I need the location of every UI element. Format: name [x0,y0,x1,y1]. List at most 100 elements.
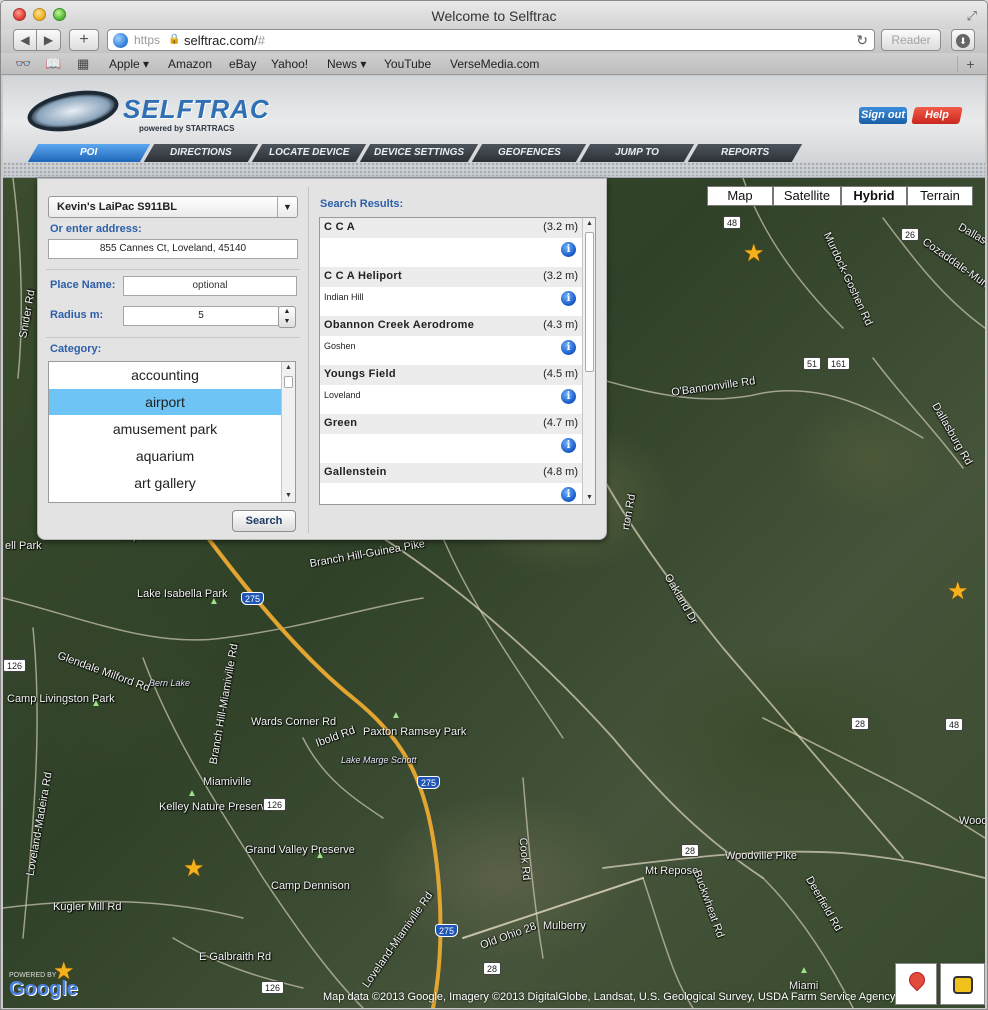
scroll-thumb[interactable] [284,376,293,388]
address-input[interactable]: 855 Cannes Ct, Loveland, 45140 [48,239,298,259]
route-shield: 28 [681,844,700,857]
scroll-thumb[interactable] [585,232,594,372]
category-scrollbar[interactable]: ▲ ▼ [281,362,295,502]
info-icon[interactable]: i [561,291,576,306]
radius-stepper[interactable]: ▲ ▼ [278,306,296,328]
sign-out-button[interactable]: Sign out [859,107,907,124]
tab-label: REPORTS [720,147,770,158]
route-shield: 48 [723,216,742,229]
category-item-accounting[interactable]: accounting [49,362,281,388]
route-shield: 28 [483,962,502,975]
poi-star-icon[interactable]: ★ [947,580,969,604]
result-name: Obannon Creek Aerodrome [324,319,475,331]
result-distance: (3.2 m) [543,221,578,233]
download-icon: ⬇ [956,34,970,48]
map-type-map-button[interactable]: Map [707,186,773,206]
park-icon: ▲ [91,698,101,709]
stepper-up-icon[interactable]: ▲ [279,307,295,317]
tab-geofences[interactable]: GEOFENCES [471,144,587,162]
category-item-amusement-park[interactable]: amusement park [49,416,281,442]
category-list[interactable]: accounting airport amusement park aquari… [48,361,296,503]
map-label: Camp Dennison [271,880,350,892]
map-type-satellite-button[interactable]: Satellite [773,186,841,206]
tab-jump-to[interactable]: JUMP TO [579,144,695,162]
bookmark-ebay[interactable]: eBay [229,57,256,71]
park-icon: ▲ [799,965,809,976]
place-name-input[interactable]: optional [123,276,297,296]
bookmarks-book-icon[interactable]: 📖 [45,56,61,72]
tab-device-settings[interactable]: DEVICE SETTINGS [359,144,479,162]
browser-toolbar: ◀ ▶ + https 🔒 selftrac.com/# ↻ Reader ⬇ [1,29,987,53]
tab-label: DIRECTIONS [170,147,232,158]
selftrac-logo[interactable]: SELFTRAC powered by STARTRACS [24,84,269,138]
route-shield: 126 [3,659,27,672]
radius-input[interactable]: 5 [123,306,279,326]
bookmark-news[interactable]: News ▾ [327,57,366,71]
address-bar[interactable]: https 🔒 selftrac.com/# ↻ [107,29,875,51]
tab-label: POI [80,147,98,158]
info-icon[interactable]: i [561,340,576,355]
map-type-terrain-button[interactable]: Terrain [907,186,973,206]
result-item[interactable]: Obannon Creek Aerodrome (4.3 m) Goshen i [320,316,582,365]
measure-tool-button[interactable] [940,963,985,1005]
downloads-button[interactable]: ⬇ [951,29,975,51]
results-scrollbar[interactable]: ▲ ▼ [582,218,595,504]
scroll-down-icon[interactable]: ▼ [282,490,295,502]
bookmark-amazon[interactable]: Amazon [168,57,212,71]
category-item-aquarium[interactable]: aquarium [49,443,281,469]
back-button[interactable]: ◀ [13,29,37,51]
poi-star-icon[interactable]: ★ [743,242,765,266]
tab-directions[interactable]: DIRECTIONS [143,144,259,162]
result-item[interactable]: Gallenstein (4.8 m) i [320,463,582,504]
scroll-up-icon[interactable]: ▲ [282,362,295,374]
scroll-up-icon[interactable]: ▲ [583,218,595,230]
poi-star-icon[interactable]: ★ [183,857,205,881]
scroll-down-icon[interactable]: ▼ [583,492,595,504]
add-tab-icon[interactable]: + [957,56,983,72]
result-name: Gallenstein [324,466,387,478]
google-logo[interactable]: Google [9,978,78,1001]
result-header: C C A (3.2 m) [320,218,582,238]
fullscreen-icon[interactable]: ⤢ [967,8,977,24]
forward-button[interactable]: ▶ [37,29,61,51]
stepper-down-icon[interactable]: ▼ [279,317,295,327]
result-header: Youngs Field (4.5 m) [320,365,582,385]
panel-divider [308,187,309,533]
info-icon[interactable]: i [561,389,576,404]
category-item-art-gallery[interactable]: art gallery [49,470,281,496]
drop-pin-button[interactable] [895,963,937,1005]
bookmark-apple[interactable]: Apple ▾ [109,57,149,71]
result-name: C C A Heliport [324,270,402,282]
info-icon[interactable]: i [561,242,576,257]
url-text: selftrac.com/# [184,33,265,48]
map-label: Mt Repose [645,865,699,877]
bookmark-yahoo[interactable]: Yahoo! [271,57,308,71]
info-icon[interactable]: i [561,438,576,453]
bookmark-youtube[interactable]: YouTube [384,57,431,71]
tab-poi[interactable]: POI [27,144,151,162]
search-button[interactable]: Search [232,510,296,532]
bookmark-versemedia[interactable]: VerseMedia.com [450,57,539,71]
result-item[interactable]: C C A Heliport (3.2 m) Indian Hill i [320,267,582,316]
device-select-value: Kevin's LaiPac S911BL [57,201,178,213]
reload-icon[interactable]: ↻ [856,32,868,49]
reading-list-icon[interactable]: 👓 [15,56,31,72]
result-item[interactable]: Green (4.7 m) i [320,414,582,463]
reader-button[interactable]: Reader [881,29,941,51]
map-type-hybrid-button[interactable]: Hybrid [841,186,907,206]
result-item[interactable]: Youngs Field (4.5 m) Loveland i [320,365,582,414]
tab-reports[interactable]: REPORTS [687,144,803,162]
search-results-list[interactable]: C C A (3.2 m) i C C A Heliport (3.2 m) I… [319,217,596,505]
tab-locate-device[interactable]: LOCATE DEVICE [251,144,367,162]
device-select[interactable]: Kevin's LaiPac S911BL ▼ [48,196,298,218]
new-tab-button[interactable]: + [69,29,99,51]
interstate-shield: 275 [241,592,265,605]
info-icon[interactable]: i [561,487,576,502]
map-attribution: Map data ©2013 Google, Imagery ©2013 Dig… [323,991,896,1003]
help-button[interactable]: Help [911,107,963,124]
park-icon: ▲ [315,850,325,861]
radius-label: Radius m: [50,309,104,321]
top-sites-grid-icon[interactable]: ▦ [77,56,89,72]
result-item[interactable]: C C A (3.2 m) i [320,218,582,267]
category-item-airport[interactable]: airport [49,389,281,415]
